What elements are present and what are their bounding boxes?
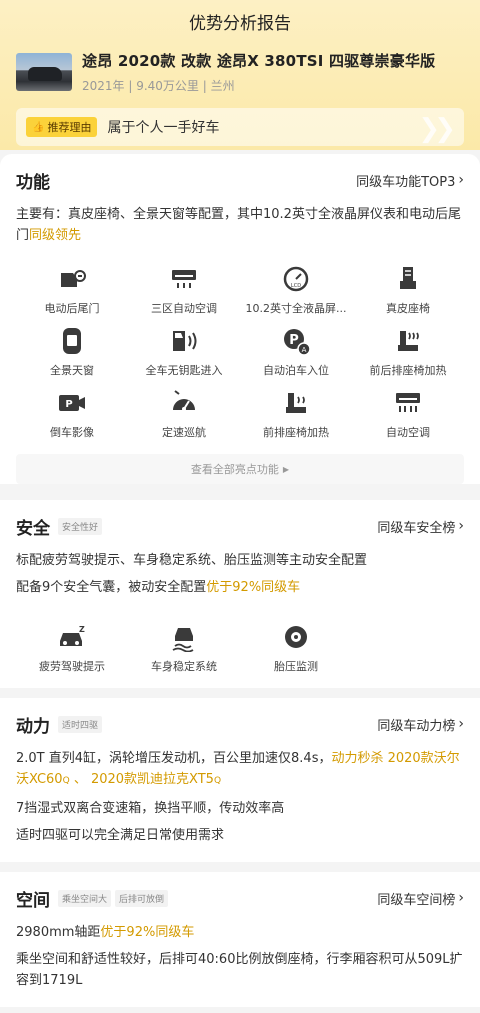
- chevron-right-icon: ›: [458, 172, 464, 188]
- feature-item[interactable]: 自动空调: [352, 388, 464, 440]
- car-summary[interactable]: 途昂 2020款 改款 途昂X 380TSI 四驱尊崇豪华版 2021年 | 9…: [0, 42, 480, 94]
- feature-item[interactable]: LCD 10.2英寸全液晶屏...: [240, 264, 352, 316]
- feature-label: 车身稳定系统: [151, 660, 217, 673]
- power-rank-link[interactable]: 同级车动力榜 ›: [377, 715, 464, 734]
- feature-label: 定速巡航: [162, 426, 206, 439]
- cruise-control-icon: [169, 388, 199, 418]
- car-thumbnail[interactable]: [16, 53, 72, 91]
- tire-pressure-icon: [281, 622, 311, 652]
- chevron-right-icon: ›: [458, 716, 464, 732]
- space-description: 2980mm轴距优于92%同级车 乘坐空间和舒适性较好，后排可40:60比例放倒…: [16, 925, 463, 988]
- svg-text:Z: Z: [79, 625, 85, 634]
- auto-ac-icon: [393, 388, 423, 418]
- feature-label: 全景天窗: [50, 364, 94, 377]
- safety-chip: 安全性好: [58, 517, 103, 535]
- power-section: 动力 适时四驱 同级车动力榜 › 2.0T 直列4缸，涡轮增压发动机，百公里加速仅…: [0, 698, 480, 862]
- power-title: 动力: [16, 716, 50, 737]
- compare-xt5-link[interactable]: 2020款凯迪拉克XT5Q: [91, 772, 221, 787]
- chevron-right-icon: ›: [458, 518, 464, 534]
- lcd-dashboard-icon: LCD: [281, 264, 311, 294]
- safety-description: 标配疲劳驾驶提示、车身稳定系统、胎压监测等主动安全配置 配备9个安全气囊，被动安…: [16, 553, 368, 595]
- svg-text:P: P: [65, 399, 72, 410]
- thumbs-up-icon: 👍: [32, 121, 45, 133]
- svg-text:A: A: [302, 346, 307, 354]
- feature-label: 前排座椅加热: [263, 426, 329, 439]
- feature-label: 全车无钥匙进入: [145, 364, 223, 377]
- space-title: 空间: [16, 890, 50, 911]
- rear-camera-icon: P: [57, 388, 87, 418]
- safety-feature-grid: Z 疲劳驾驶提示 车身稳定系统 胎压监测: [16, 604, 464, 688]
- search-icon: Q: [213, 776, 222, 786]
- feature-item[interactable]: 前后排座椅加热: [352, 326, 464, 378]
- feature-item[interactable]: 全景天窗: [16, 326, 128, 378]
- auto-parking-icon: PA: [281, 326, 311, 356]
- function-description: 主要有：真皮座椅、全景天窗等配置，其中10.2英寸全液晶屏仪表和电动后尾门同级领…: [16, 207, 461, 243]
- keyless-entry-icon: [169, 326, 199, 356]
- search-icon: Q: [62, 776, 70, 786]
- feature-item[interactable]: Z 疲劳驾驶提示: [16, 622, 128, 674]
- feature-label: 自动空调: [386, 426, 430, 439]
- chevron-right-icon: ›: [458, 890, 464, 906]
- recommend-reason: 👍 推荐理由 属于个人一手好车 ❯❯: [16, 108, 464, 146]
- power-chip: 适时四驱: [58, 715, 103, 733]
- leather-seat-icon: [393, 264, 423, 294]
- top-bar: 优势分析报告: [0, 0, 480, 42]
- feature-label: 疲劳驾驶提示: [39, 660, 105, 673]
- stability-control-icon: [169, 622, 199, 652]
- safety-section: 安全 安全性好 同级车安全榜 › 标配疲劳驾驶提示、车身稳定系统、胎压监测等主动安…: [0, 500, 480, 688]
- svg-text:P: P: [289, 333, 299, 348]
- space-rank-link[interactable]: 同级车空间榜 ›: [377, 889, 464, 908]
- feature-item[interactable]: 车身稳定系统: [128, 622, 240, 674]
- safety-title: 安全: [16, 518, 50, 539]
- front-seat-heating-icon: [281, 388, 311, 418]
- power-description: 2.0T 直列4缸，涡轮增压发动机，百公里加速仅8.4s，动力秒杀 2020款沃…: [16, 751, 460, 843]
- feature-label: 电动后尾门: [44, 302, 100, 315]
- page-title: 优势分析报告: [189, 13, 291, 34]
- panoramic-sunroof-icon: [57, 326, 87, 356]
- space-chip-2: 后排可放倒: [115, 889, 169, 907]
- feature-label: 倒车影像: [50, 426, 94, 439]
- feature-item[interactable]: 真皮座椅: [352, 264, 464, 316]
- feature-label: 前后排座椅加热: [369, 364, 447, 377]
- recommend-tag: 👍 推荐理由: [26, 117, 98, 137]
- feature-label: 胎压监测: [274, 660, 318, 673]
- feature-label: 三区自动空调: [151, 302, 217, 315]
- car-name: 途昂 2020款 改款 途昂X 380TSI 四驱尊崇豪华版: [82, 52, 436, 70]
- feature-item[interactable]: 胎压监测: [240, 622, 352, 674]
- feature-item[interactable]: 全车无钥匙进入: [128, 326, 240, 378]
- feature-label: 10.2英寸全液晶屏...: [245, 302, 347, 315]
- tri-zone-ac-icon: [169, 264, 199, 294]
- feature-item[interactable]: 三区自动空调: [128, 264, 240, 316]
- feature-item[interactable]: P A 自动泊车入位: [240, 326, 352, 378]
- view-all-features-button[interactable]: 查看全部亮点功能 ▶: [16, 454, 464, 484]
- safety-rank-link[interactable]: 同级车安全榜 ›: [377, 517, 464, 536]
- feature-label: 自动泊车入位: [263, 364, 329, 377]
- seat-heating-icon: [393, 326, 423, 356]
- feature-item[interactable]: 电动后尾门: [16, 264, 128, 316]
- space-section: 空间 乘坐空间大 后排可放倒 同级车空间榜 › 2980mm轴距优于92%同级车 …: [0, 872, 480, 1007]
- recommend-text: 属于个人一手好车: [107, 120, 220, 136]
- fatigue-alert-icon: Z: [57, 622, 87, 652]
- feature-item[interactable]: 前排座椅加热: [240, 388, 352, 440]
- chevrons-decoration-icon: ❯❯: [418, 114, 455, 144]
- svg-text:LCD: LCD: [291, 283, 301, 289]
- function-title: 功能: [16, 172, 50, 193]
- function-section: 功能 同级车功能TOP3 › 主要有：真皮座椅、全景天窗等配置，其中10.2英寸全…: [0, 154, 480, 484]
- car-meta: 2021年 | 9.40万公里 | 兰州: [82, 79, 235, 93]
- power-tailgate-icon: [57, 264, 87, 294]
- function-top3-link[interactable]: 同级车功能TOP3 ›: [356, 171, 464, 190]
- feature-label: 真皮座椅: [386, 302, 430, 315]
- space-chip-1: 乘坐空间大: [58, 889, 112, 907]
- triangle-right-icon: ▶: [282, 464, 290, 474]
- feature-item[interactable]: P 倒车影像: [16, 388, 128, 440]
- feature-item[interactable]: 定速巡航: [128, 388, 240, 440]
- function-feature-grid: 电动后尾门 三区自动空调 LCD 10.2英寸全液晶屏... 真皮座椅全景天窗 全车无钥匙…: [16, 246, 464, 440]
